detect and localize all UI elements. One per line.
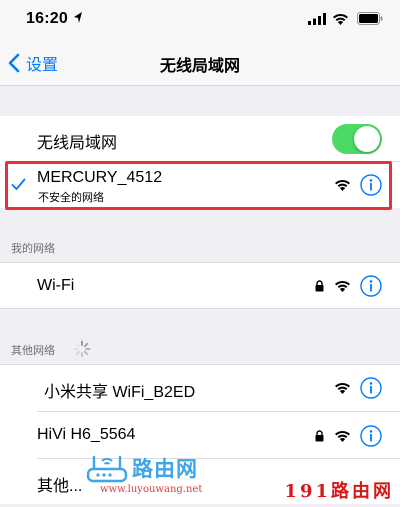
watermark-brand: 路由网 bbox=[132, 458, 198, 481]
wifi-signal-icon bbox=[335, 430, 350, 442]
info-icon[interactable] bbox=[360, 377, 382, 399]
loading-spinner-icon bbox=[73, 340, 91, 358]
info-icon[interactable] bbox=[360, 425, 382, 447]
other-network-label: 其他... bbox=[37, 478, 83, 495]
checkmark-icon bbox=[11, 178, 26, 190]
network-ssid: Wi-Fi bbox=[37, 277, 75, 294]
lock-icon bbox=[315, 430, 324, 442]
status-wifi-icon bbox=[333, 13, 348, 25]
wifi-signal-icon bbox=[335, 382, 350, 394]
watermark-url: www.luyouwang.net bbox=[100, 484, 203, 495]
location-arrow-icon bbox=[74, 12, 82, 23]
wifi-signal-icon bbox=[335, 280, 350, 292]
wifi-signal-icon bbox=[335, 179, 350, 191]
connected-network-row[interactable]: MERCURY_4512 不安全的网络 bbox=[0, 162, 400, 208]
wlan-toggle-label: 无线局域网 bbox=[37, 135, 118, 152]
connected-ssid: MERCURY_4512 bbox=[37, 169, 163, 186]
network-ssid: HiVi H6_5564 bbox=[37, 426, 136, 443]
my-networks-header: 我的网络 bbox=[11, 243, 55, 255]
network-row-wifi[interactable]: Wi-Fi bbox=[0, 262, 400, 309]
navigation-bar: 设置 无线局域网 bbox=[0, 40, 400, 86]
cellular-signal-icon bbox=[308, 13, 326, 25]
status-time: 16:20 bbox=[26, 10, 68, 27]
network-row-hivi[interactable]: HiVi H6_5564 bbox=[0, 412, 400, 458]
wlan-toggle-switch[interactable] bbox=[332, 124, 382, 154]
status-bar: 16:20 bbox=[0, 0, 400, 40]
lock-icon bbox=[315, 280, 324, 292]
network-row-xiaomi[interactable]: 小米共享 WiFi_B2ED bbox=[0, 365, 400, 410]
other-networks-header: 其他网络 bbox=[11, 345, 55, 357]
info-icon[interactable] bbox=[360, 275, 382, 297]
battery-icon bbox=[357, 12, 383, 25]
router-logo-icon bbox=[86, 455, 128, 483]
toggle-knob bbox=[354, 126, 380, 152]
watermark-corner: 191路由网 bbox=[284, 481, 394, 502]
info-icon[interactable] bbox=[360, 174, 382, 196]
page-title: 无线局域网 bbox=[159, 58, 240, 75]
network-ssid: 小米共享 WiFi_B2ED bbox=[44, 384, 196, 401]
connected-subtitle: 不安全的网络 bbox=[38, 192, 104, 204]
